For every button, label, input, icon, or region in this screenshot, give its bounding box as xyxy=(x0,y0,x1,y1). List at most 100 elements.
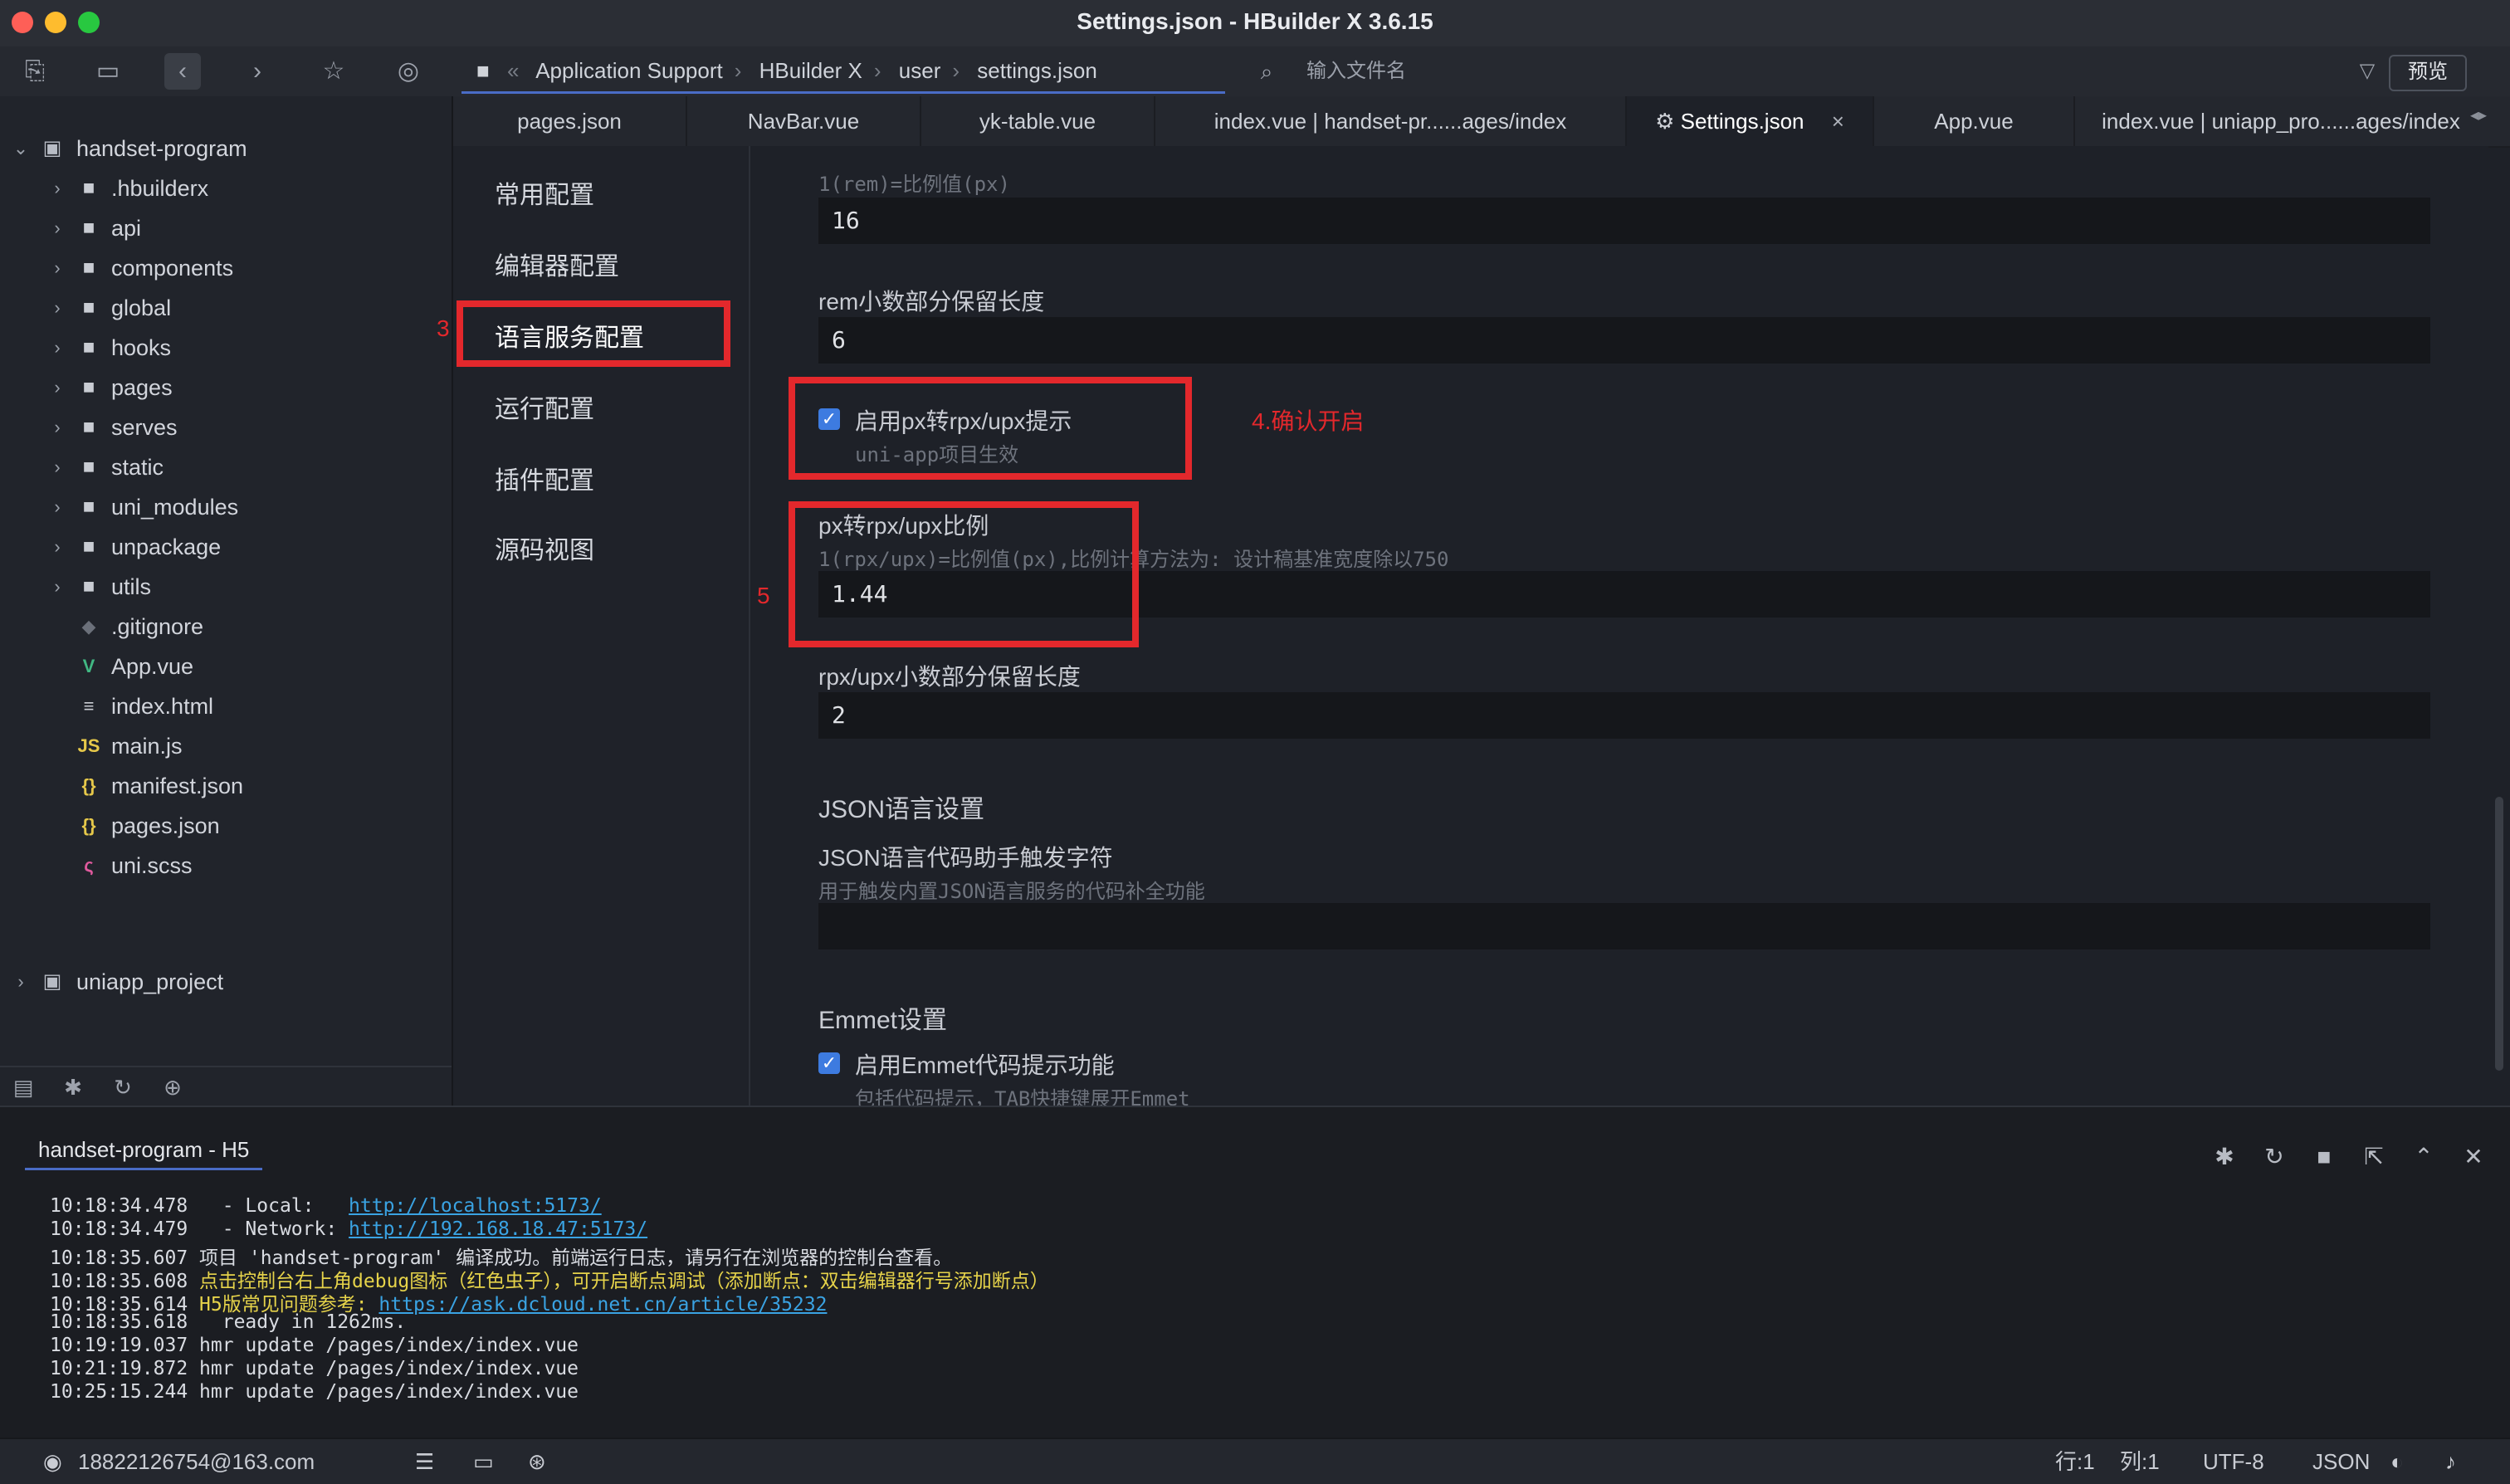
collapse-icon[interactable]: ⌃ xyxy=(2407,1140,2440,1174)
tab-pages-json[interactable]: pages.json xyxy=(453,96,687,146)
cursor-column[interactable]: 列:1 xyxy=(2120,1439,2160,1484)
tree-item-folder[interactable]: › ■ pages xyxy=(0,369,452,407)
tree-item-folder[interactable]: › ■ uni_modules xyxy=(0,488,452,526)
tab-app-vue[interactable]: App.vue xyxy=(1874,96,2075,146)
console-prefix: - Network: xyxy=(199,1218,349,1240)
debug-bug-icon[interactable]: ✱ xyxy=(2208,1140,2241,1174)
console-link[interactable]: http://localhost:5173/ xyxy=(349,1195,602,1217)
tree-item-file[interactable]: {} pages.json xyxy=(0,807,452,845)
preview-button[interactable]: 预览 xyxy=(2389,55,2467,91)
project-explorer: ⌄ ▣ handset-program › ▣ uniapp_project ▤… xyxy=(0,96,453,1106)
project-icon: ▣ xyxy=(42,137,62,159)
save-icon[interactable]: ▭ xyxy=(90,53,126,90)
console-link[interactable]: http://192.168.18.47:5173/ xyxy=(349,1218,647,1240)
run-icon[interactable]: ◎ xyxy=(390,53,427,90)
tree-item-file[interactable]: JS main.js xyxy=(0,727,452,765)
refresh-icon[interactable]: ↻ xyxy=(105,1069,141,1106)
sync-icon[interactable]: ◐ xyxy=(2390,1439,2404,1484)
tab-index-vue-handset[interactable]: index.vue | handset-pr......ages/index xyxy=(1155,96,1627,146)
tree-item-label: App.vue xyxy=(111,654,194,679)
chevron-right-icon: › xyxy=(54,496,61,517)
rem-ratio-input[interactable]: 16 xyxy=(818,198,2430,244)
breadcrumb-item[interactable]: user xyxy=(899,58,941,83)
tree-item-project[interactable]: ⌄ ▣ handset-program xyxy=(0,129,452,168)
tab-index-vue-uniapp[interactable]: index.vue | uniapp_pro......ages/index xyxy=(2075,96,2487,146)
json-trigger-hint: 用于触发内置JSON语言服务的代码补全功能 xyxy=(818,880,1205,903)
settings-panel: 1(rem)=比例值(px) 16 rem小数部分保留长度 6 ✓ 启用px转r… xyxy=(750,146,2488,1106)
project-manager-icon[interactable]: ▤ xyxy=(5,1069,42,1106)
clear-icon[interactable]: ✕ xyxy=(2457,1140,2490,1174)
tree-item-folder[interactable]: › ■ unpackage xyxy=(0,528,452,566)
tree-item-folder[interactable]: › ■ static xyxy=(0,448,452,486)
tab-scroll-icon[interactable]: ◂▸ xyxy=(2470,105,2487,125)
console-timestamp: 10:18:34.479 xyxy=(50,1218,188,1240)
back-icon[interactable]: ‹ xyxy=(164,53,201,90)
tree-item-folder[interactable]: › ■ api xyxy=(0,209,452,247)
status-bar: ◉ 18822126754@163.com ☰ ▭ ⊛ 行:1 列:1 UTF-… xyxy=(0,1438,2510,1484)
breadcrumb-item[interactable]: Application Support xyxy=(535,58,722,83)
console-link[interactable]: https://ask.dcloud.net.cn/article/35232 xyxy=(378,1294,827,1316)
scrollbar[interactable] xyxy=(2495,797,2503,1071)
tree-item-folder[interactable]: › ■ serves xyxy=(0,408,452,447)
tree-item-folder[interactable]: › ■ global xyxy=(0,289,452,327)
tree-item-label: manifest.json xyxy=(111,774,244,798)
globe-icon[interactable]: ⊛ xyxy=(528,1439,546,1484)
close-icon[interactable]: × xyxy=(1832,109,1844,134)
console-tab[interactable]: handset-program - H5 xyxy=(25,1137,263,1170)
export-icon[interactable]: ⇱ xyxy=(2357,1140,2390,1174)
emmet-checkbox[interactable]: ✓ xyxy=(818,1052,840,1074)
tab-settings-json[interactable]: ⚙ Settings.json × xyxy=(1627,96,1874,146)
nav-source-view[interactable]: 源码视图 xyxy=(495,530,594,566)
tree-item-label: utils xyxy=(111,574,152,599)
rem-decimal-input[interactable]: 6 xyxy=(818,317,2430,364)
restart-icon[interactable]: ↻ xyxy=(2258,1140,2291,1174)
bell-icon[interactable]: ♪ xyxy=(2445,1439,2456,1484)
rpx-decimal-input[interactable]: 2 xyxy=(818,692,2430,739)
filter-icon[interactable]: ▽ xyxy=(2349,53,2385,90)
tree-item-label: uni_modules xyxy=(111,495,239,520)
chevron-right-icon: › xyxy=(54,536,61,557)
tree-item-folder[interactable]: › ■ components xyxy=(0,249,452,287)
tab-navbar-vue[interactable]: NavBar.vue xyxy=(687,96,921,146)
json-section-title: JSON语言设置 xyxy=(818,796,985,823)
folder-icon: ■ xyxy=(82,177,95,199)
user-account[interactable]: 18822126754@163.com xyxy=(78,1439,315,1484)
plugin-icon[interactable]: ⊕ xyxy=(154,1069,191,1106)
terminal-icon[interactable]: ▭ xyxy=(473,1439,494,1484)
tree-item-folder[interactable]: › ■ utils xyxy=(0,568,452,606)
debug-icon[interactable]: ✱ xyxy=(55,1069,91,1106)
language-mode[interactable]: JSON xyxy=(2312,1439,2370,1484)
tree-item-label: pages.json xyxy=(111,813,220,838)
sidebar-footer: ▤ ✱ ↻ ⊕ xyxy=(0,1066,452,1107)
encoding[interactable]: UTF-8 xyxy=(2203,1439,2264,1484)
tree-item-file[interactable]: ≡ index.html xyxy=(0,687,452,725)
tree-item-file[interactable]: {} manifest.json xyxy=(0,767,452,805)
file-search-input[interactable]: 输入文件名 xyxy=(1306,55,2385,88)
breadcrumb-item[interactable]: settings.json xyxy=(977,58,1097,83)
nav-plugin-settings[interactable]: 插件配置 xyxy=(495,460,594,496)
tree-item-file[interactable]: V App.vue xyxy=(0,647,452,686)
tab-yk-table-vue[interactable]: yk-table.vue xyxy=(921,96,1155,146)
tree-item-folder[interactable]: › ■ hooks xyxy=(0,329,452,367)
nav-run-settings[interactable]: 运行配置 xyxy=(495,388,594,425)
breadcrumb-item[interactable]: HBuilder X xyxy=(759,58,862,83)
console-line: 10:18:34.478 - Local: http://localhost:5… xyxy=(50,1195,602,1217)
tree-item-project[interactable]: › ▣ uniapp_project xyxy=(0,963,452,1001)
console-text: ready in 1262ms. xyxy=(199,1311,407,1333)
new-file-icon[interactable]: ⎘ xyxy=(17,53,53,90)
emmet-label: 启用Emmet代码提示功能 xyxy=(855,1052,1115,1078)
chevron-right-icon: › xyxy=(17,971,24,992)
nav-editor-settings[interactable]: 编辑器配置 xyxy=(495,246,619,282)
list-icon[interactable]: ☰ xyxy=(415,1439,434,1484)
json-trigger-input[interactable] xyxy=(818,903,2430,949)
stop-icon[interactable]: ■ xyxy=(2307,1140,2341,1174)
nav-common-settings[interactable]: 常用配置 xyxy=(495,174,594,211)
star-icon[interactable]: ☆ xyxy=(315,53,352,90)
tree-item-file[interactable]: ◆ .gitignore xyxy=(0,608,452,646)
tree-item-label: main.js xyxy=(111,734,183,759)
forward-icon[interactable]: › xyxy=(239,53,276,90)
folder-icon: ■ xyxy=(82,256,95,279)
tree-item-file[interactable]: ς uni.scss xyxy=(0,847,452,885)
cursor-line[interactable]: 行:1 xyxy=(2055,1439,2095,1484)
tree-item-folder[interactable]: › ■ .hbuilderx xyxy=(0,169,452,207)
